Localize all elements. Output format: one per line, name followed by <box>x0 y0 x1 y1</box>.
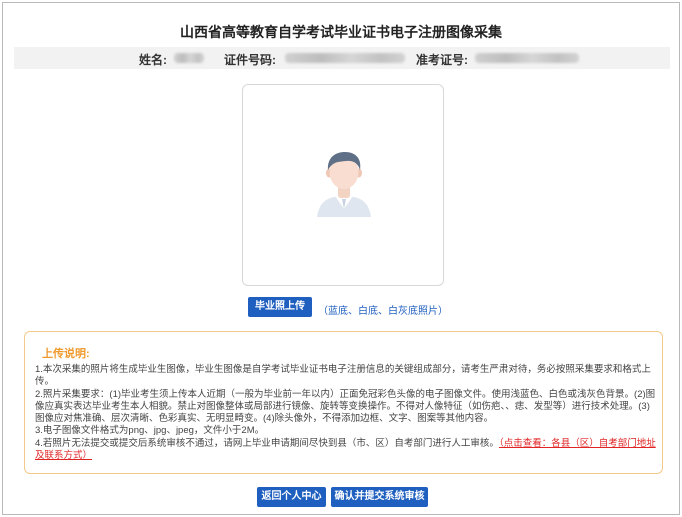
photo-preview <box>242 84 444 286</box>
notice-paragraph-1: 1.本次采集的照片将生成毕业生图像，毕业生图像是自学考试毕业证书电子注册信息的关… <box>35 364 651 388</box>
upload-instructions-panel: 上传说明: 1.本次采集的照片将生成毕业生图像，毕业生图像是自学考试毕业证书电子… <box>24 331 663 474</box>
exam-number-value-redacted <box>475 53 579 63</box>
confirm-submit-button[interactable]: 确认并提交系统审核 <box>331 487 428 507</box>
upload-photo-button[interactable]: 毕业照上传 <box>248 297 312 317</box>
back-to-personal-center-button[interactable]: 返回个人中心 <box>257 487 326 507</box>
person-avatar-icon <box>317 152 371 217</box>
upload-hint: （蓝底、白底、白灰底照片） <box>318 306 448 317</box>
notice-paragraph-4: 4.若照片无法提交或提交后系统审核不通过，请网上毕业申请期间尽快到县（市、区）自… <box>35 438 657 463</box>
id-number-value-redacted <box>285 53 405 63</box>
exam-number-label: 准考证号: <box>416 53 468 67</box>
notice-title: 上传说明: <box>42 348 90 360</box>
notice-paragraph-4-text: 4.若照片无法提交或提交后系统审核不通过，请网上毕业申请期间尽快到县（市、区）自… <box>35 437 499 449</box>
page-frame: 山西省高等教育自学考试毕业证书电子注册图像采集 姓名: 证件号码: 准考证号: … <box>2 2 680 515</box>
id-number-label: 证件号码: <box>224 53 276 67</box>
name-label: 姓名: <box>139 53 167 67</box>
notice-paragraph-2: 2.照片采集要求：(1)毕业考生须上传本人近期（一般为毕业前一年以内）正面免冠彩… <box>35 388 656 425</box>
notice-body: 1.本次采集的照片将生成毕业生图像，毕业生图像是自学考试毕业证书电子注册信息的关… <box>35 364 657 462</box>
student-info-bar: 姓名: 证件号码: 准考证号: <box>14 47 670 69</box>
notice-paragraph-3: 3.电子图像文件格式为png、jpg、jpeg，文件小于2M。 <box>35 425 265 437</box>
page-title: 山西省高等教育自学考试毕业证书电子注册图像采集 <box>180 24 502 40</box>
name-value-redacted <box>174 53 204 63</box>
